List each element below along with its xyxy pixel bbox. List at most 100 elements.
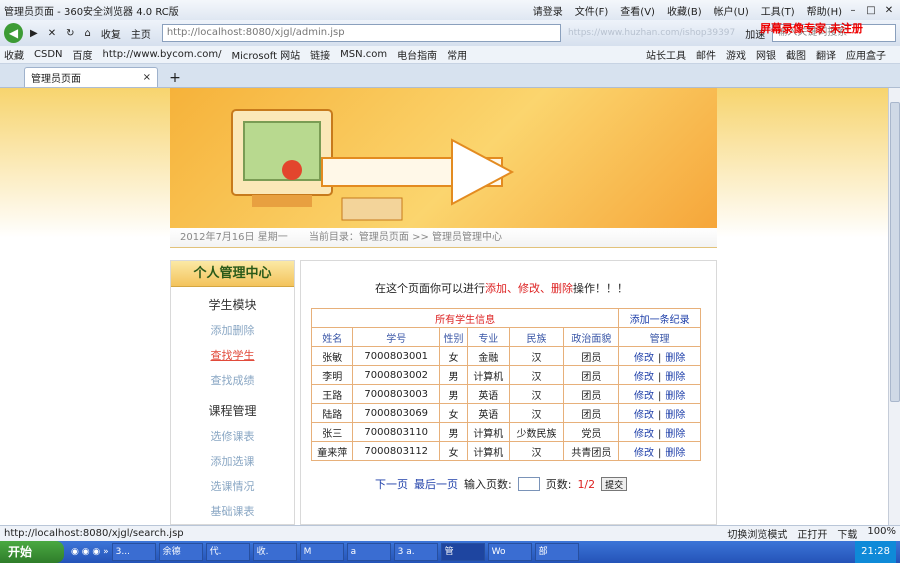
refresh-icon[interactable]: ↻: [63, 28, 77, 39]
forward-icon[interactable]: ▶: [27, 28, 41, 39]
homepage-button[interactable]: 主页: [128, 26, 154, 41]
table-cell: 7000803001: [352, 346, 440, 366]
menu-tools[interactable]: 工具(T): [761, 3, 795, 18]
sidebar-item-find-student[interactable]: 查找学生: [171, 343, 294, 368]
table-cell: 英语: [467, 403, 510, 423]
edit-link[interactable]: 修改: [634, 372, 654, 383]
delete-link[interactable]: 删除: [665, 391, 685, 402]
favorite-item[interactable]: 常用: [447, 47, 467, 62]
favorite-item[interactable]: MSN.com: [340, 49, 387, 60]
zoom-level[interactable]: 100%: [867, 526, 896, 541]
delete-link[interactable]: 删除: [665, 429, 685, 440]
submit-button[interactable]: 提交: [601, 477, 628, 491]
table-cell: 党员: [563, 422, 620, 442]
menu-view[interactable]: 查看(V): [620, 3, 655, 18]
separator: |: [657, 447, 662, 459]
sidebar-item-find-score[interactable]: 查找成绩: [171, 368, 294, 393]
table-row: 陆路 7000803069 女英语汉团员 修改 | 删除: [310, 403, 701, 423]
address-url: http://localhost:8080/xjgl/admin.jsp: [166, 27, 345, 38]
last-page-link[interactable]: 最后一页: [414, 476, 458, 492]
intro-actions: 添加、修改、删除: [485, 282, 573, 295]
delete-link[interactable]: 删除: [665, 410, 685, 421]
menu-login[interactable]: 请登录: [533, 3, 563, 18]
collect-button[interactable]: 收复: [98, 26, 124, 41]
toolbar-item[interactable]: 应用盒子: [846, 47, 886, 62]
favorite-item[interactable]: Microsoft 网站: [231, 47, 300, 62]
favorite-item[interactable]: http://www.bycom.com/: [103, 49, 222, 60]
favorite-item[interactable]: CSDN: [34, 49, 63, 60]
tab-close-icon[interactable]: ×: [143, 72, 151, 83]
edit-link[interactable]: 修改: [634, 391, 654, 402]
taskbar-button[interactable]: 部: [534, 543, 579, 561]
taskbar-button[interactable]: M: [299, 543, 344, 561]
minimize-icon[interactable]: –: [846, 5, 860, 16]
tab-admin-page[interactable]: 管理员页面 ×: [24, 67, 158, 87]
delete-link[interactable]: 删除: [665, 448, 685, 459]
manage-cell: 修改 | 删除: [618, 403, 701, 423]
toolbar-item[interactable]: 站长工具: [646, 47, 686, 62]
scrollbar-thumb[interactable]: [890, 102, 900, 402]
toolbar-item[interactable]: 截图: [786, 47, 806, 62]
add-record-link[interactable]: 添加一条纪录: [618, 308, 701, 328]
delete-link[interactable]: 删除: [665, 372, 685, 383]
sidebar-item-add-course[interactable]: 添加选课: [171, 449, 294, 474]
home-icon[interactable]: ⌂: [81, 28, 93, 39]
taskbar-button[interactable]: 收.: [252, 543, 297, 561]
table-cell: 童来萍: [310, 441, 354, 461]
address-bar[interactable]: http://localhost:8080/xjgl/admin.jsp: [161, 24, 561, 42]
maximize-icon[interactable]: □: [864, 5, 878, 16]
back-icon[interactable]: ◀: [4, 23, 23, 43]
edit-link[interactable]: 修改: [634, 353, 654, 364]
favorite-item[interactable]: 百度: [73, 47, 93, 62]
toolbar-item[interactable]: 网银: [756, 47, 776, 62]
taskbar-button[interactable]: 3...: [111, 543, 156, 561]
menu-help[interactable]: 帮助(H): [807, 3, 842, 18]
download-button[interactable]: 下载: [837, 526, 857, 541]
status-bar: http://localhost:8080/xjgl/search.jsp 切换…: [0, 525, 900, 541]
table-caption: 所有学生信息: [310, 308, 620, 328]
taskbar-button[interactable]: 代.: [205, 543, 250, 561]
sidebar-item-elective-table[interactable]: 选修课表: [171, 424, 294, 449]
toolbar-item[interactable]: 游戏: [726, 47, 746, 62]
next-page-link[interactable]: 下一页: [375, 476, 408, 492]
favorite-item[interactable]: 收藏: [4, 47, 24, 62]
favorite-item[interactable]: 链接: [310, 47, 330, 62]
page-scrollbar[interactable]: [888, 88, 900, 525]
favorite-item[interactable]: 电台指南: [397, 47, 437, 62]
page-number-input[interactable]: [517, 477, 540, 491]
menu-account[interactable]: 帐户(U): [714, 3, 749, 18]
manage-cell: 修改 | 删除: [618, 441, 701, 461]
toolbar-item[interactable]: 翻译: [816, 47, 836, 62]
menu-favorites[interactable]: 收藏(B): [667, 3, 702, 18]
sidebar-item-course-status[interactable]: 选课情况: [171, 474, 294, 499]
status-url: http://localhost:8080/xjgl/search.jsp: [4, 528, 184, 539]
toolbar-item[interactable]: 邮件: [696, 47, 716, 62]
taskbar-button[interactable]: a: [346, 543, 391, 561]
switch-mode-button[interactable]: 切换浏览模式: [727, 526, 787, 541]
edit-link[interactable]: 修改: [634, 448, 654, 459]
edit-link[interactable]: 修改: [634, 429, 654, 440]
taskbar-button[interactable]: Wo: [487, 543, 532, 561]
table-cell: 李明: [310, 365, 354, 385]
edit-link[interactable]: 修改: [634, 410, 654, 421]
stop-icon[interactable]: ✕: [45, 28, 59, 39]
taskbar-button[interactable]: 管: [440, 543, 485, 561]
close-icon[interactable]: ✕: [882, 5, 896, 16]
system-tray: 21:28: [855, 541, 896, 563]
table-cell: 女: [438, 441, 469, 461]
sidebar-item-add-delete[interactable]: 添加删除: [171, 318, 294, 343]
table-cell: 7000803110: [352, 422, 440, 442]
menu-file[interactable]: 文件(F): [575, 3, 609, 18]
sidebar-item-basic-table[interactable]: 基础课表: [171, 499, 294, 524]
taskbar-button[interactable]: 余德: [158, 543, 203, 561]
separator: |: [657, 409, 662, 421]
start-button[interactable]: 开始: [0, 541, 64, 563]
quick-launch-icons[interactable]: ◉ ◉ ◉ »: [71, 547, 109, 557]
new-tab-icon[interactable]: +: [166, 69, 184, 87]
taskbar: 开始 ◉ ◉ ◉ » 3... 余德 代. 收. M a 3 a. 管 Wo 部…: [0, 541, 900, 563]
delete-link[interactable]: 删除: [665, 353, 685, 364]
sidebar: 个人管理中心 学生模块 添加删除 查找学生 查找成绩 课程管理 选修课表 添加选…: [170, 260, 295, 525]
taskbar-button[interactable]: 3 a.: [393, 543, 438, 561]
opening-status: 正打开: [797, 530, 828, 541]
student-table-wrap: 所有学生信息 添加一条纪录 姓名 学号 性别 专业 民族 政治面貌 管理 张敏 7…: [310, 308, 701, 461]
